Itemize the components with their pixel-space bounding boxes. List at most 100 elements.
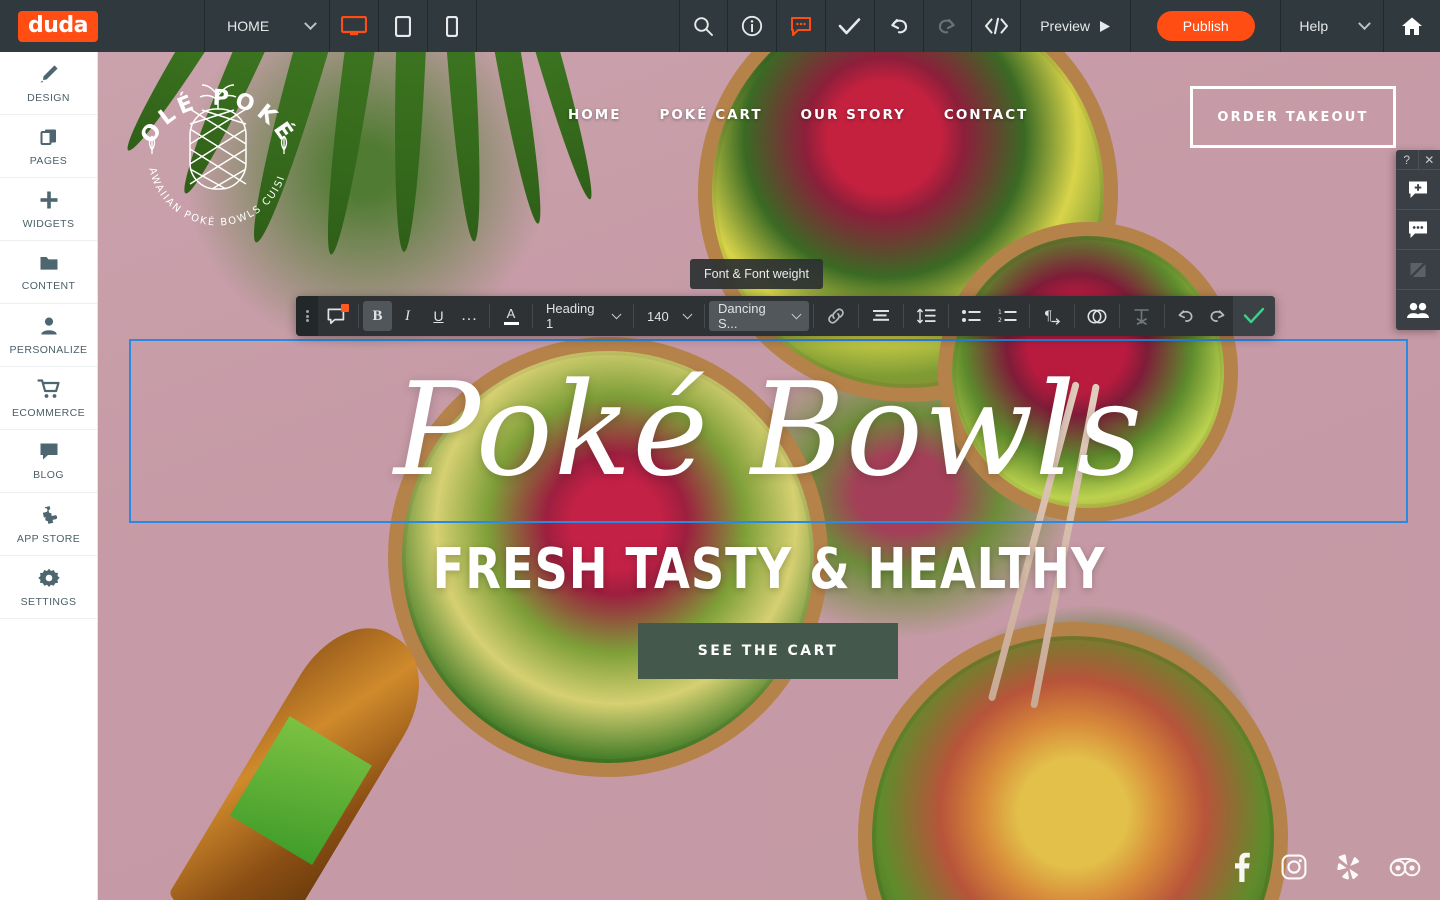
- text-color-icon: A: [506, 305, 516, 321]
- help-hide-button[interactable]: [1396, 250, 1440, 290]
- order-takeout-button[interactable]: ORDER TAKEOUT: [1190, 86, 1396, 148]
- top-toolbar: duda HOME Preview Publish Help: [0, 0, 1440, 52]
- sidebar-item-label: SETTINGS: [20, 595, 77, 608]
- site-logo[interactable]: OLÉ POKÉ HAWAIIAN POKÉ BOWLS CUISINE: [121, 52, 310, 234]
- text-editor-toolbar: B I U ... A Heading 1 140 Dancing S... 1…: [296, 296, 1275, 336]
- device-desktop-button[interactable]: [330, 0, 380, 52]
- sidebar-item-widgets[interactable]: WIDGETS: [0, 178, 97, 241]
- sidebar-item-personalize[interactable]: PERSONALIZE: [0, 304, 97, 367]
- hero-subheading[interactable]: FRESH TASTY & HEALTHY: [152, 537, 1387, 602]
- bold-button[interactable]: B: [363, 301, 392, 331]
- font-family-select[interactable]: Dancing S...: [709, 301, 809, 331]
- toolbar-divider: [489, 304, 490, 328]
- yelp-icon[interactable]: [1337, 854, 1360, 885]
- add-comment-button[interactable]: [318, 296, 354, 336]
- mobile-icon: [445, 15, 458, 37]
- text-direction-button[interactable]: ¶: [1034, 296, 1070, 336]
- approve-button[interactable]: [826, 0, 875, 52]
- code-button[interactable]: [972, 0, 1022, 52]
- left-sidebar: DESIGN PAGES WIDGETS CONTENT PERSONALIZE…: [0, 52, 98, 900]
- help-chat-button[interactable]: [1396, 210, 1440, 250]
- info-circle-icon: [742, 15, 763, 37]
- sidebar-item-label: WIDGETS: [22, 217, 75, 230]
- sidebar-item-blog[interactable]: BLOG: [0, 430, 97, 493]
- shopping-cart-icon: [36, 378, 60, 398]
- sidebar-item-label: CONTENT: [21, 279, 76, 292]
- site-navigation: HOME POKÉ CART OUR STORY CONTACT: [568, 107, 1028, 123]
- instagram-icon[interactable]: [1281, 854, 1307, 885]
- toolbar-drag-handle[interactable]: [296, 296, 318, 336]
- device-tablet-button[interactable]: [379, 0, 428, 52]
- align-button[interactable]: [863, 296, 899, 336]
- preview-label: Preview: [1040, 18, 1091, 34]
- undo-arrow-icon: [890, 18, 907, 34]
- publish-button[interactable]: Publish: [1156, 11, 1255, 41]
- chat-dots-icon: [1409, 221, 1427, 238]
- help-question-button[interactable]: ?: [1396, 150, 1419, 169]
- editor-redo-button[interactable]: [1201, 296, 1233, 336]
- toolbar-divider: [358, 304, 359, 328]
- font-size-select[interactable]: 140: [638, 296, 700, 336]
- pages-stack-icon: [40, 129, 56, 145]
- paintbrush-icon: [39, 64, 58, 83]
- special-characters-button[interactable]: [1079, 296, 1115, 336]
- hero-heading[interactable]: Poké Bowls: [130, 340, 1407, 522]
- tripadvisor-icon[interactable]: [1389, 856, 1421, 883]
- line-height-button[interactable]: [908, 296, 944, 336]
- sidebar-item-content[interactable]: CONTENT: [0, 241, 97, 304]
- more-options-button[interactable]: ...: [454, 296, 485, 336]
- clear-formatting-button[interactable]: [1124, 296, 1160, 336]
- sidebar-item-ecommerce[interactable]: ECOMMERCE: [0, 367, 97, 430]
- help-assistant-button[interactable]: [1396, 170, 1440, 210]
- sidebar-item-label: APP STORE: [16, 532, 81, 545]
- home-button[interactable]: [1384, 0, 1440, 52]
- preview-button[interactable]: Preview: [1021, 0, 1132, 52]
- see-the-cart-button[interactable]: SEE THE CART: [638, 623, 898, 679]
- help-menu[interactable]: Help: [1281, 0, 1384, 52]
- sidebar-item-label: ECOMMERCE: [11, 406, 86, 419]
- search-button[interactable]: [680, 0, 729, 52]
- close-icon[interactable]: ✕: [1419, 150, 1440, 169]
- sidebar-item-design[interactable]: DESIGN: [0, 52, 97, 115]
- site-nav-item-poke-cart[interactable]: POKÉ CART: [659, 107, 762, 123]
- device-mobile-button[interactable]: [428, 0, 477, 52]
- bubble-plus-icon: [1409, 181, 1427, 198]
- clear-formatting-icon: [1134, 308, 1149, 325]
- sidebar-item-pages[interactable]: PAGES: [0, 115, 97, 178]
- sidebar-item-settings[interactable]: SETTINGS: [0, 556, 97, 619]
- toolbar-tooltip: Font & Font weight: [690, 259, 823, 289]
- underline-icon: U: [433, 308, 444, 324]
- underline-button[interactable]: U: [423, 296, 454, 336]
- social-links: [1233, 852, 1421, 887]
- text-color-button[interactable]: A: [494, 296, 528, 336]
- insert-link-button[interactable]: [818, 296, 854, 336]
- font-size-value: 140: [647, 308, 669, 324]
- redo-arrow-icon: [939, 18, 956, 34]
- info-button[interactable]: [728, 0, 778, 52]
- comments-button[interactable]: [777, 0, 826, 52]
- site-nav-item-contact[interactable]: CONTACT: [944, 107, 1028, 123]
- paragraph-style-select[interactable]: Heading 1: [537, 296, 629, 336]
- sidebar-item-label: BLOG: [33, 469, 64, 481]
- redo-button[interactable]: [924, 0, 973, 52]
- svg-text:2: 2: [998, 317, 1002, 323]
- site-nav-item-our-story[interactable]: OUR STORY: [801, 107, 906, 123]
- apply-button[interactable]: [1233, 296, 1275, 336]
- toolbar-divider: [633, 304, 634, 328]
- site-nav-item-home[interactable]: HOME: [568, 107, 621, 123]
- facebook-icon[interactable]: [1233, 852, 1251, 887]
- toolbar-divider: [903, 304, 904, 328]
- numbered-list-button[interactable]: 1 2: [989, 296, 1025, 336]
- bullet-list-button[interactable]: [953, 296, 989, 336]
- duda-logo[interactable]: duda: [18, 10, 99, 42]
- editor-undo-button[interactable]: [1169, 296, 1201, 336]
- page-selector[interactable]: HOME: [205, 0, 331, 52]
- help-community-button[interactable]: [1396, 290, 1440, 330]
- chevron-down-icon: [791, 309, 802, 319]
- help-label: Help: [1299, 18, 1329, 34]
- italic-button[interactable]: I: [392, 296, 423, 336]
- sidebar-item-app-store[interactable]: APP STORE: [0, 493, 97, 556]
- chevron-down-icon: [682, 308, 693, 319]
- site-preview-canvas[interactable]: OLÉ POKÉ HAWAIIAN POKÉ BOWLS CUISINE HOM…: [98, 52, 1440, 900]
- undo-button[interactable]: [875, 0, 924, 52]
